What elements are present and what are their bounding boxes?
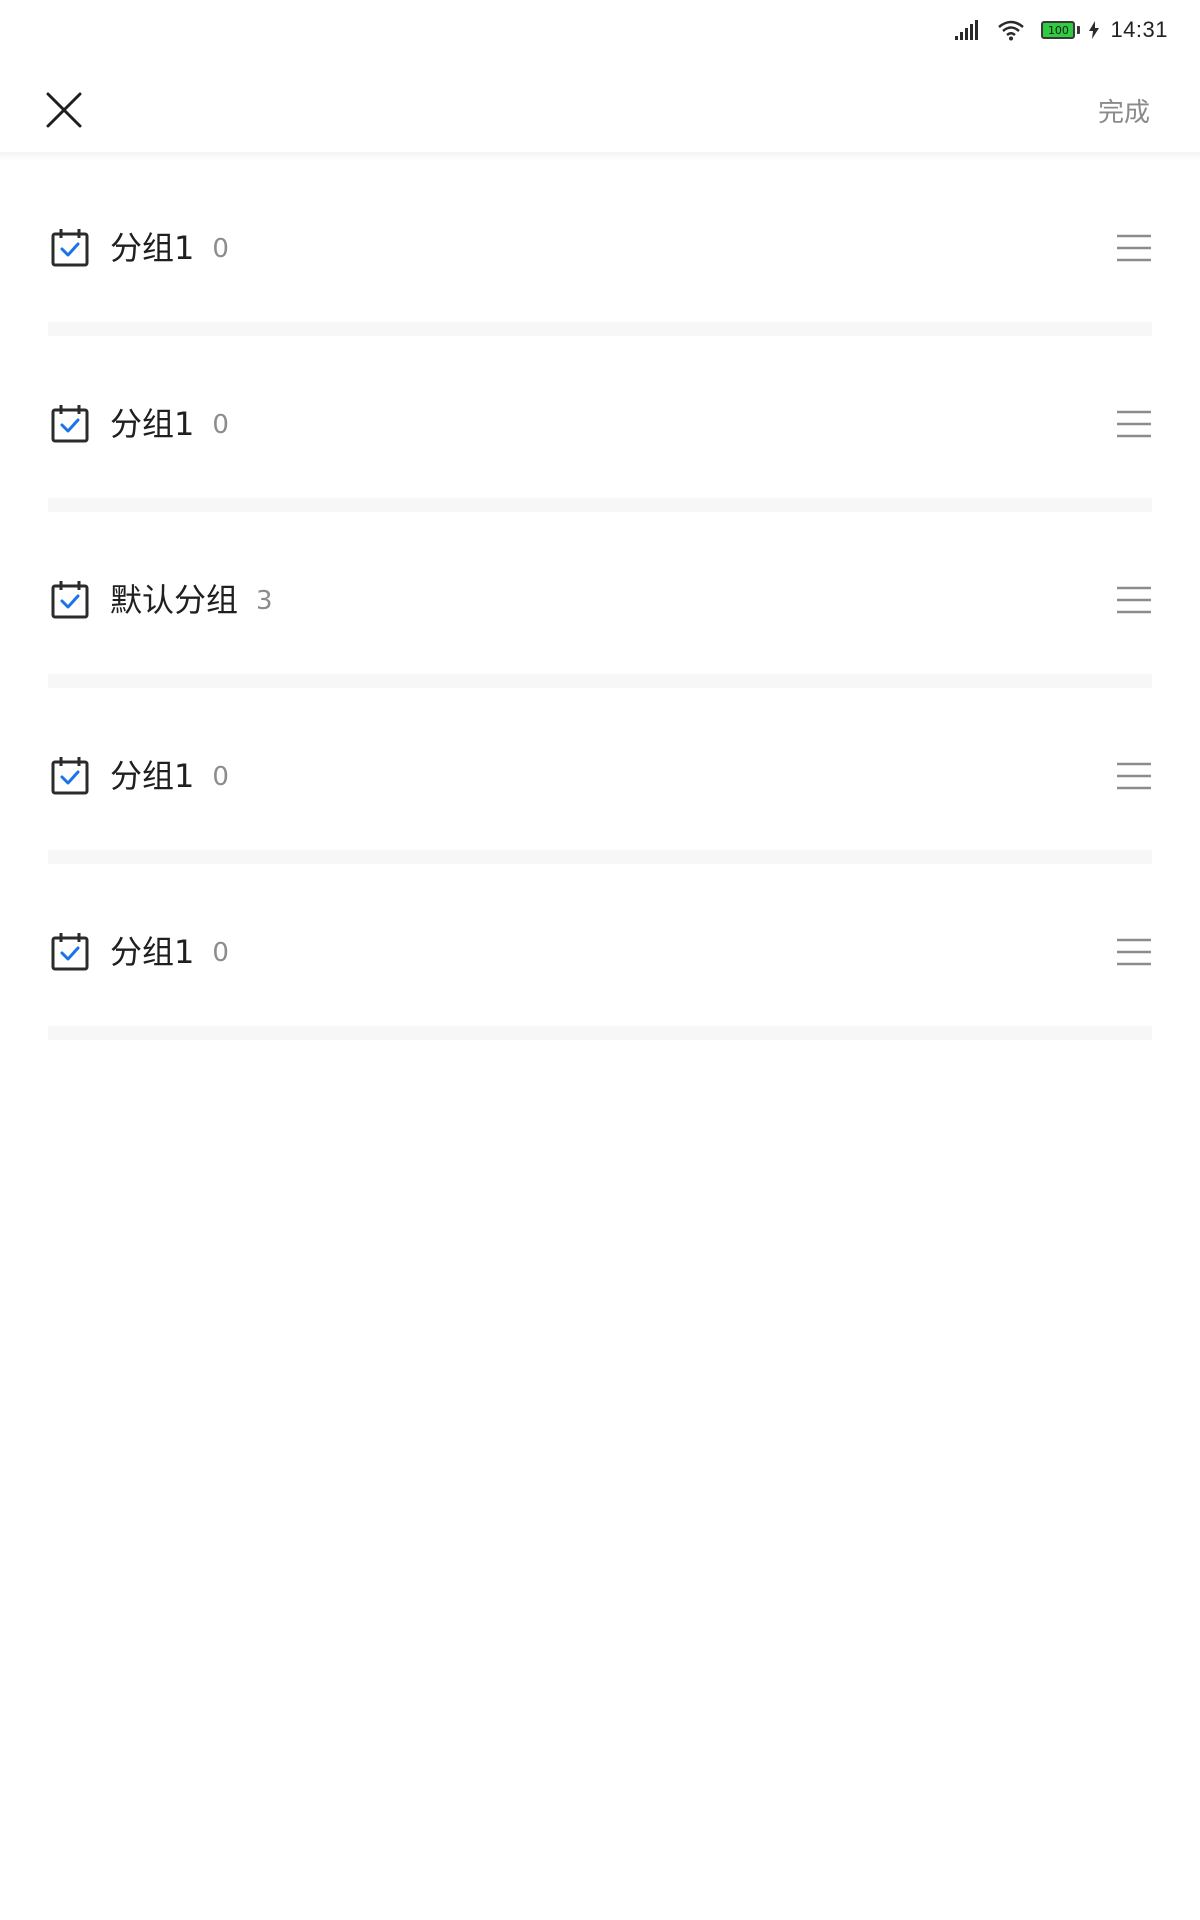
group-list-item[interactable]: 分组1 0 — [0, 336, 1200, 512]
drag-handle-icon[interactable] — [1116, 406, 1152, 442]
group-name: 分组1 — [110, 933, 195, 971]
group-title: 分组1 0 — [110, 754, 229, 799]
group-title: 分组1 0 — [110, 402, 229, 447]
group-name: 分组1 — [110, 229, 195, 267]
group-count: 0 — [212, 410, 229, 440]
group-list-item[interactable]: 分组1 0 — [0, 688, 1200, 864]
group-count: 0 — [212, 938, 229, 968]
charging-icon — [1088, 21, 1100, 39]
battery-icon: 100 — [1041, 21, 1081, 39]
close-button[interactable] — [38, 84, 90, 136]
group-title: 默认分组 3 — [110, 578, 273, 623]
battery-body: 100 — [1041, 21, 1076, 39]
group-list-item[interactable]: 分组1 0 — [0, 864, 1200, 1040]
group-list-item[interactable]: 分组1 0 — [0, 160, 1200, 336]
drag-handle-icon[interactable] — [1116, 582, 1152, 618]
group-name: 默认分组 — [110, 581, 239, 619]
top-bar: 完成 — [0, 60, 1200, 156]
drag-handle-icon[interactable] — [1116, 934, 1152, 970]
calendar-check-icon — [51, 229, 89, 267]
calendar-check-icon — [51, 581, 89, 619]
wifi-icon — [997, 19, 1025, 41]
done-button[interactable]: 完成 — [1098, 92, 1150, 129]
status-time: 14:31 — [1110, 17, 1168, 42]
header-divider — [0, 152, 1200, 160]
list-divider — [48, 498, 1152, 512]
drag-handle-icon[interactable] — [1116, 758, 1152, 794]
list-divider — [48, 322, 1152, 336]
group-management-screen: 100 14:31 完成 分组1 0 分组1 0 默认分组 3 分组1 0 分组… — [0, 0, 1200, 1920]
calendar-check-icon — [51, 757, 89, 795]
status-bar: 100 14:31 — [0, 0, 1200, 60]
group-list: 分组1 0 分组1 0 默认分组 3 分组1 0 分组1 0 — [0, 160, 1200, 1040]
close-icon — [46, 92, 82, 128]
calendar-check-icon — [51, 933, 89, 971]
list-divider — [48, 674, 1152, 688]
group-list-item[interactable]: 默认分组 3 — [0, 512, 1200, 688]
list-divider — [48, 1026, 1152, 1040]
group-title: 分组1 0 — [110, 930, 229, 975]
group-name: 分组1 — [110, 405, 195, 443]
group-count: 0 — [212, 762, 229, 792]
signal-icon — [955, 19, 981, 41]
group-title: 分组1 0 — [110, 226, 229, 271]
calendar-check-icon — [51, 405, 89, 443]
battery-level: 100 — [1047, 23, 1069, 37]
list-divider — [48, 850, 1152, 864]
battery-cap — [1077, 26, 1081, 34]
drag-handle-icon[interactable] — [1116, 230, 1152, 266]
group-count: 3 — [256, 586, 273, 616]
group-name: 分组1 — [110, 757, 195, 795]
group-count: 0 — [212, 234, 229, 264]
